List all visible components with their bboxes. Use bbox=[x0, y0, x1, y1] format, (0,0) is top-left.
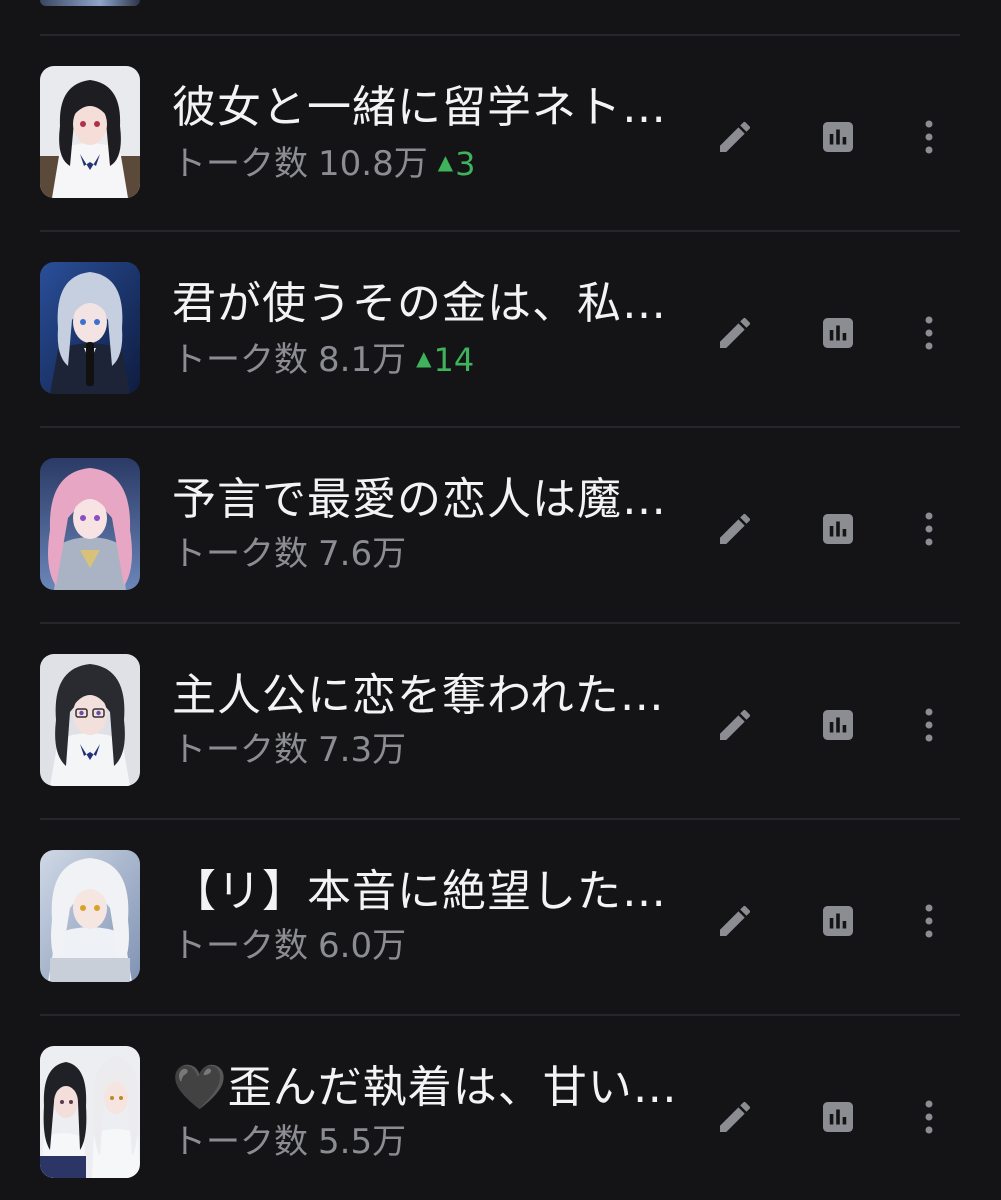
pencil-icon bbox=[720, 317, 751, 348]
avatar[interactable] bbox=[40, 850, 140, 982]
rank-up-value: 3 bbox=[455, 145, 476, 183]
more-vertical-icon bbox=[925, 708, 933, 742]
pencil-icon bbox=[720, 1101, 751, 1132]
list-item[interactable]: 🖤歪んだ執着は、甘い… トーク数 5.5万 bbox=[0, 980, 1001, 1178]
triangle-up-icon: ▲ bbox=[416, 346, 432, 370]
stats-button[interactable] bbox=[813, 1092, 863, 1142]
talk-count: トーク数 7.6万 bbox=[172, 532, 406, 576]
bar-chart-icon bbox=[823, 122, 853, 152]
more-button[interactable] bbox=[904, 896, 954, 946]
list-item[interactable]: 【リ】本音に絶望した… トーク数 6.0万 bbox=[0, 784, 1001, 982]
list-item[interactable]: 主人公に恋を奪われた… トーク数 7.3万 bbox=[0, 588, 1001, 786]
talk-count-label: トーク数 bbox=[172, 926, 308, 966]
more-vertical-icon bbox=[925, 120, 933, 154]
avatar[interactable] bbox=[40, 262, 140, 394]
list-item[interactable]: 君が使うその金は、私… トーク数 8.1万 ▲14 bbox=[0, 196, 1001, 394]
edit-button[interactable] bbox=[710, 504, 760, 554]
stats-button[interactable] bbox=[813, 700, 863, 750]
edit-button[interactable] bbox=[710, 308, 760, 358]
rank-up-badge: ▲3 bbox=[438, 145, 476, 183]
avatar[interactable] bbox=[40, 458, 140, 590]
talk-count-value: 7.6万 bbox=[318, 534, 407, 574]
more-button[interactable] bbox=[904, 308, 954, 358]
item-title[interactable]: 予言で最愛の恋人は魔… bbox=[172, 472, 672, 528]
pencil-icon bbox=[720, 513, 751, 544]
more-button[interactable] bbox=[904, 1092, 954, 1142]
item-title[interactable]: 彼女と一緒に留学ネト… bbox=[172, 80, 672, 136]
avatar[interactable] bbox=[40, 1046, 140, 1178]
more-vertical-icon bbox=[925, 1100, 933, 1134]
more-button[interactable] bbox=[904, 112, 954, 162]
item-title[interactable]: 主人公に恋を奪われた… bbox=[172, 668, 672, 724]
stats-button[interactable] bbox=[813, 308, 863, 358]
pencil-icon bbox=[720, 905, 751, 936]
item-title[interactable]: 君が使うその金は、私… bbox=[172, 276, 672, 332]
item-title[interactable]: 【リ】本音に絶望した… bbox=[172, 864, 672, 920]
talk-count-label: トーク数 bbox=[172, 340, 308, 380]
talk-count-label: トーク数 bbox=[172, 1122, 308, 1162]
avatar[interactable] bbox=[40, 654, 140, 786]
stats-button[interactable] bbox=[813, 504, 863, 554]
talk-count: トーク数 8.1万 ▲14 bbox=[172, 336, 474, 380]
edit-button[interactable] bbox=[710, 700, 760, 750]
bar-chart-icon bbox=[823, 906, 853, 936]
talk-count-label: トーク数 bbox=[172, 730, 308, 770]
bar-chart-icon bbox=[823, 318, 853, 348]
rank-up-badge: ▲14 bbox=[416, 341, 474, 379]
list-item[interactable]: 予言で最愛の恋人は魔… トーク数 7.6万 bbox=[0, 392, 1001, 590]
talk-count: トーク数 10.8万 ▲3 bbox=[172, 140, 475, 184]
bar-chart-icon bbox=[823, 710, 853, 740]
edit-button[interactable] bbox=[710, 896, 760, 946]
talk-count-value: 5.5万 bbox=[318, 1122, 407, 1162]
rank-up-value: 14 bbox=[433, 341, 475, 379]
more-vertical-icon bbox=[925, 904, 933, 938]
talk-count: トーク数 7.3万 bbox=[172, 728, 406, 772]
talk-count-value: 7.3万 bbox=[318, 730, 407, 770]
talk-count-value: 8.1万 bbox=[318, 340, 407, 380]
bar-chart-icon bbox=[823, 514, 853, 544]
edit-button[interactable] bbox=[710, 1092, 760, 1142]
talk-count-value: 10.8万 bbox=[318, 144, 428, 184]
item-title[interactable]: 🖤歪んだ執着は、甘い… bbox=[172, 1060, 672, 1116]
stats-button[interactable] bbox=[813, 112, 863, 162]
more-button[interactable] bbox=[904, 700, 954, 750]
more-button[interactable] bbox=[904, 504, 954, 554]
talk-count: トーク数 6.0万 bbox=[172, 924, 406, 968]
list-item[interactable]: 彼女と一緒に留学ネト… トーク数 10.8万 ▲3 bbox=[0, 0, 1001, 198]
bar-chart-icon bbox=[823, 1102, 853, 1132]
more-vertical-icon bbox=[925, 512, 933, 546]
talk-count: トーク数 5.5万 bbox=[172, 1120, 406, 1164]
more-vertical-icon bbox=[925, 316, 933, 350]
pencil-icon bbox=[720, 121, 751, 152]
edit-button[interactable] bbox=[710, 112, 760, 162]
pencil-icon bbox=[720, 709, 751, 740]
avatar[interactable] bbox=[40, 66, 140, 198]
stats-button[interactable] bbox=[813, 896, 863, 946]
talk-count-value: 6.0万 bbox=[318, 926, 407, 966]
talk-count-label: トーク数 bbox=[172, 534, 308, 574]
triangle-up-icon: ▲ bbox=[437, 150, 454, 174]
talk-count-label: トーク数 bbox=[172, 144, 308, 184]
